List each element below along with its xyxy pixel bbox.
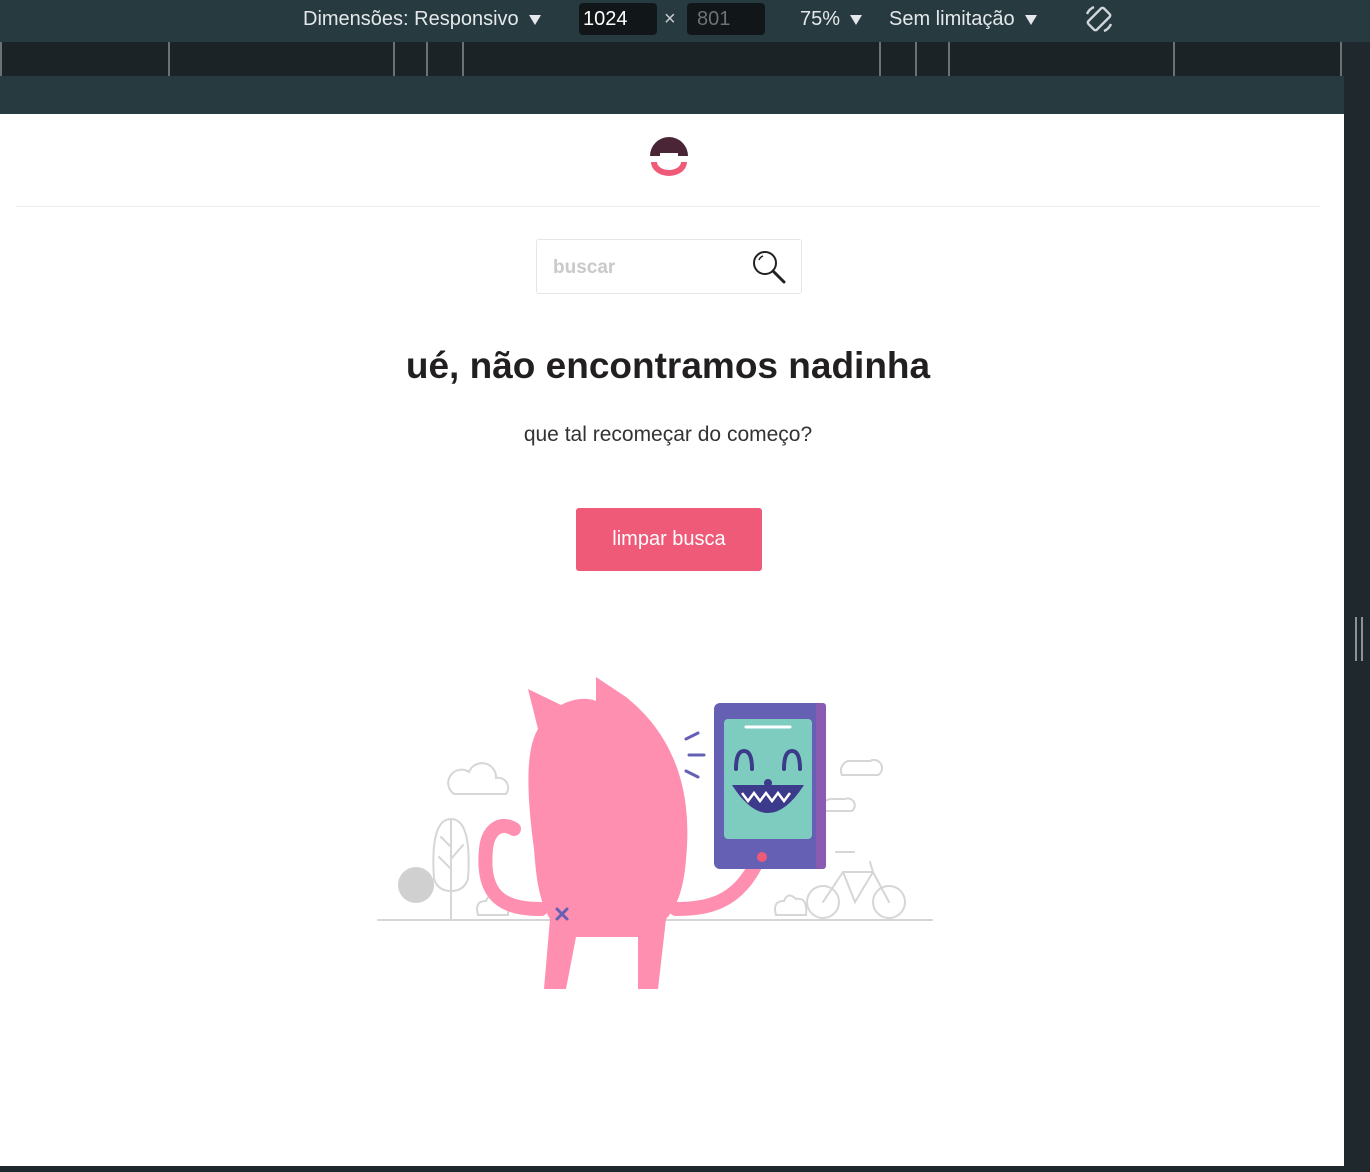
ruler-segment[interactable] (1340, 42, 1342, 76)
width-input[interactable]: 1024 (579, 3, 657, 35)
media-query-bar (0, 42, 1342, 76)
search-box (536, 239, 802, 294)
page-subtitle: que tal recomeçar do começo? (523, 423, 813, 446)
zoom-label: 75% (800, 8, 841, 30)
ruler-segment[interactable] (1173, 42, 1175, 76)
resize-gutter (1344, 42, 1370, 1172)
ruler-segment[interactable] (879, 42, 881, 76)
header-divider (16, 206, 1320, 207)
page-title: ué, não encontramos nadinha (405, 345, 931, 386)
ruler-segment[interactable] (168, 42, 170, 76)
ruler-segment[interactable] (0, 42, 2, 76)
bottom-edge (0, 1166, 1344, 1172)
brand-logo[interactable] (648, 136, 690, 178)
rotate-button[interactable] (1082, 2, 1116, 36)
zoom-dropdown[interactable]: 75% (800, 8, 863, 31)
height-input[interactable]: 801 (687, 3, 765, 35)
throttle-dropdown[interactable]: Sem limitação (889, 8, 1037, 31)
rotate-icon (1085, 5, 1113, 33)
search-icon[interactable] (751, 249, 787, 285)
search-input[interactable] (551, 252, 745, 284)
chevron-down-icon (1024, 14, 1037, 25)
chevron-down-icon (528, 14, 541, 25)
dimensions-label: Dimensões: Responsivo (303, 8, 519, 30)
resize-handle[interactable] (1355, 617, 1363, 661)
empty-state-illustration (377, 677, 933, 989)
chevron-down-icon (850, 14, 863, 25)
dimensions-dropdown[interactable]: Dimensões: Responsivo (303, 8, 541, 31)
ruler-segment[interactable] (426, 42, 428, 76)
clear-search-button[interactable]: limpar busca (576, 508, 762, 571)
ruler-segment[interactable] (462, 42, 464, 76)
ruler-segment[interactable] (948, 42, 950, 76)
ruler-spacer (0, 76, 1370, 114)
times-symbol: × (664, 8, 676, 30)
ruler-segment[interactable] (915, 42, 917, 76)
viewport-page: ué, não encontramos nadinha que tal reco… (0, 114, 1344, 1166)
throttle-label: Sem limitação (889, 8, 1015, 30)
device-toolbar: Dimensões: Responsivo 1024 × 801 75% Sem… (0, 0, 1370, 42)
ruler-segment[interactable] (393, 42, 395, 76)
